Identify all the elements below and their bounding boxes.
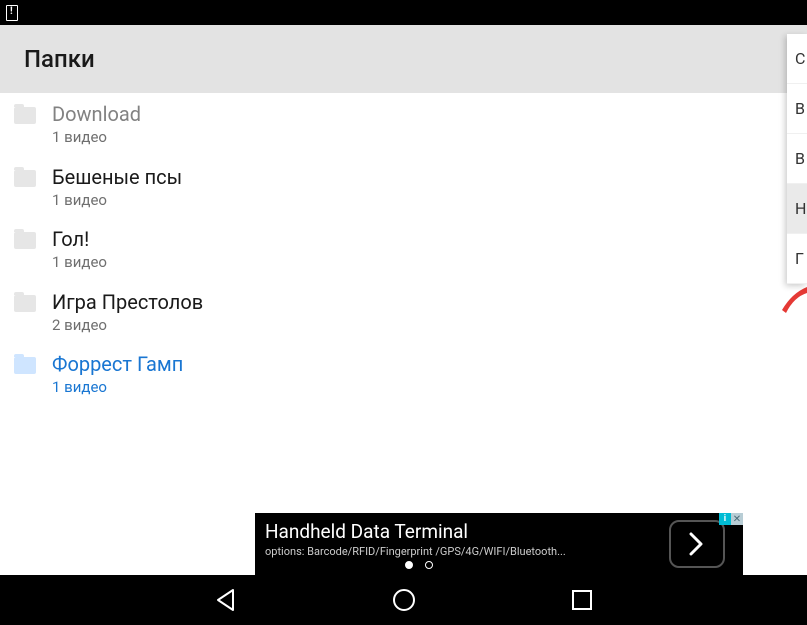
side-menu-item[interactable]: Н — [787, 184, 807, 234]
side-menu-item[interactable]: В — [787, 134, 807, 184]
folder-content: Бешеные псы1 видео — [52, 164, 182, 211]
download-status-icon — [6, 5, 18, 21]
folder-name: Download — [52, 101, 141, 127]
folder-name: Гол! — [52, 226, 107, 252]
folder-item[interactable]: Форрест Гамп1 видео — [0, 343, 807, 406]
folder-icon — [14, 357, 36, 374]
folder-list: Download1 видеоБешеные псы1 видеоГол!1 в… — [0, 93, 807, 406]
folder-content: Гол!1 видео — [52, 226, 107, 273]
ad-title: Handheld Data Terminal — [265, 520, 659, 543]
side-menu-item[interactable]: С — [787, 34, 807, 84]
folder-item[interactable]: Гол!1 видео — [0, 218, 807, 281]
nav-recent-button[interactable] — [568, 586, 596, 614]
folder-name: Бешеные псы — [52, 164, 182, 190]
page-title: Папки — [24, 45, 95, 73]
folder-subtitle: 1 видео — [52, 191, 182, 211]
ad-banner[interactable]: Handheld Data Terminal options: Barcode/… — [255, 513, 743, 575]
side-menu-item[interactable]: Г — [787, 234, 807, 284]
folder-subtitle: 1 видео — [52, 378, 183, 398]
folder-subtitle: 1 видео — [52, 128, 141, 148]
red-accent-decoration — [782, 285, 807, 315]
ad-dot-active — [405, 561, 413, 569]
ad-close-icon[interactable]: ✕ — [731, 513, 743, 525]
square-recent-icon — [569, 587, 595, 613]
ad-badge[interactable]: i ✕ — [719, 513, 743, 525]
folder-name: Форрест Гамп — [52, 351, 183, 377]
chevron-right-icon — [689, 532, 705, 556]
header-bar: Папки — [0, 25, 807, 93]
folder-content: Игра Престолов2 видео — [52, 289, 203, 336]
folder-subtitle: 2 видео — [52, 316, 203, 336]
folder-subtitle: 1 видео — [52, 253, 107, 273]
ad-next-button[interactable] — [669, 520, 725, 568]
nav-back-button[interactable] — [212, 586, 240, 614]
circle-home-icon — [391, 587, 417, 613]
folder-content: Download1 видео — [52, 101, 141, 148]
nav-home-button[interactable] — [390, 586, 418, 614]
folder-icon — [14, 170, 36, 187]
ad-options: options: Barcode/RFID/Fingerprint /GPS/4… — [265, 545, 659, 558]
status-bar — [0, 0, 807, 25]
folder-icon — [14, 107, 36, 124]
folder-icon — [14, 295, 36, 312]
folder-content: Форрест Гамп1 видео — [52, 351, 183, 398]
folder-item[interactable]: Игра Престолов2 видео — [0, 281, 807, 344]
ad-info-icon[interactable]: i — [719, 513, 731, 525]
side-menu-item[interactable]: В — [787, 84, 807, 134]
folder-item[interactable]: Download1 видео — [0, 93, 807, 156]
navigation-bar — [0, 575, 807, 625]
ad-content: Handheld Data Terminal options: Barcode/… — [265, 520, 659, 569]
folder-item[interactable]: Бешеные псы1 видео — [0, 156, 807, 219]
ad-pagination-dots — [405, 561, 659, 569]
side-context-menu[interactable]: СВВНГ — [787, 34, 807, 284]
ad-dot-inactive — [425, 561, 433, 569]
triangle-back-icon — [213, 587, 239, 613]
folder-name: Игра Престолов — [52, 289, 203, 315]
folder-icon — [14, 232, 36, 249]
